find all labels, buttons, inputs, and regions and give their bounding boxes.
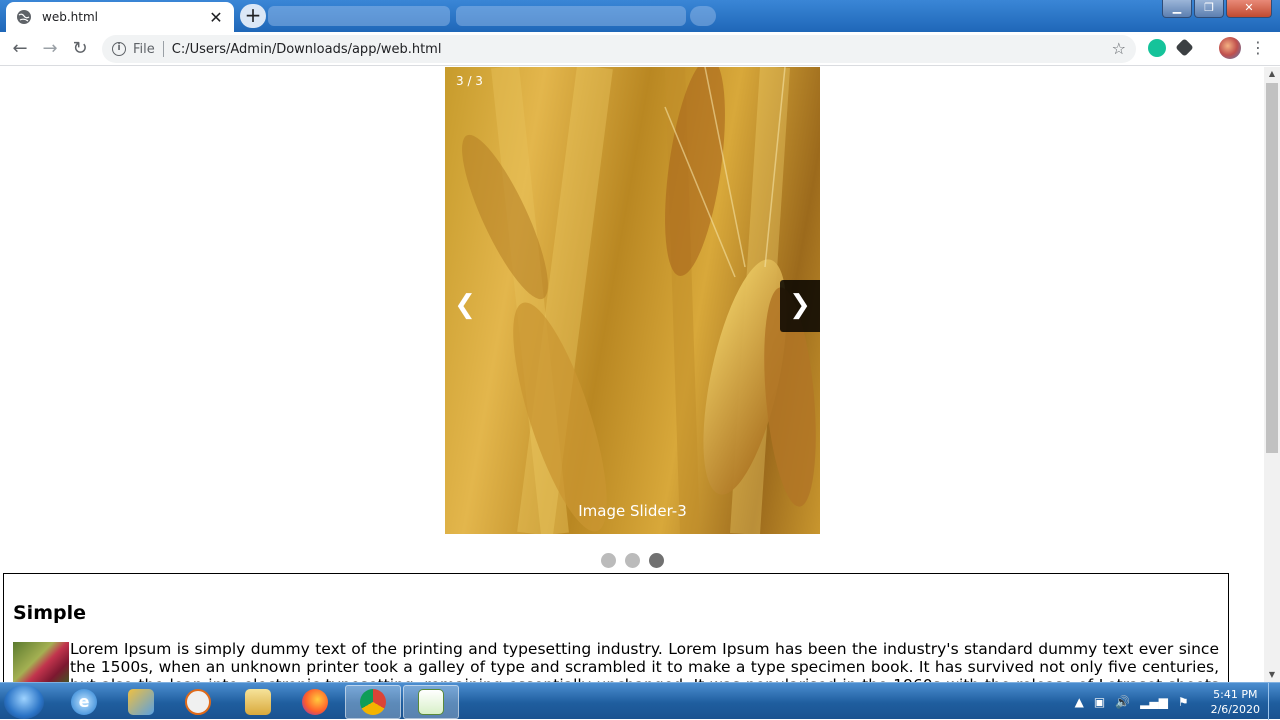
- new-tab-button[interactable]: +: [240, 4, 266, 28]
- firefox-icon[interactable]: [287, 685, 343, 719]
- bookmark-star-icon[interactable]: ☆: [1112, 39, 1126, 58]
- minimize-button[interactable]: ▁: [1162, 0, 1192, 18]
- window-controls: ▁ ❐ ✕: [1162, 0, 1272, 18]
- next-slide-button[interactable]: ❯: [780, 280, 820, 332]
- volume-icon[interactable]: 🔊: [1115, 695, 1130, 709]
- slide-dots: [601, 553, 664, 568]
- previous-slide-button[interactable]: ❮: [445, 280, 485, 332]
- address-bar[interactable]: i File C:/Users/Admin/Downloads/app/web.…: [102, 35, 1136, 63]
- content-card: Simple Lorem Ipsum is simply dummy text …: [3, 573, 1229, 682]
- clock-date: 2/6/2020: [1210, 702, 1260, 716]
- url-scheme-label: File: [133, 41, 155, 57]
- show-desktop-button[interactable]: [1268, 683, 1280, 720]
- browser-toolbar: ← → ↻ i File C:/Users/Admin/Downloads/ap…: [0, 32, 1280, 66]
- device-icon[interactable]: ▣: [1094, 695, 1105, 709]
- slide-dot-1[interactable]: [601, 553, 616, 568]
- forward-arrow-icon[interactable]: →: [39, 38, 61, 60]
- scrollbar-thumb[interactable]: [1266, 83, 1278, 453]
- editor-app-icon[interactable]: [403, 685, 459, 719]
- section-heading: Simple: [13, 602, 86, 624]
- background-tab-2[interactable]: [456, 6, 686, 26]
- profile-avatar[interactable]: [1219, 37, 1241, 59]
- background-tab-1[interactable]: [268, 6, 450, 26]
- clock[interactable]: 5:41 PM 2/6/2020: [1211, 687, 1260, 717]
- system-tray: ▲ ▣ 🔊 ▂▄▆ ⚑ 5:41 PM 2/6/2020: [1075, 683, 1260, 720]
- reload-icon[interactable]: ↻: [69, 38, 91, 60]
- file-explorer-icon[interactable]: [230, 685, 286, 719]
- maximize-button[interactable]: ❐: [1194, 0, 1224, 18]
- media-player-icon[interactable]: [170, 685, 226, 719]
- tulip-thumbnail-image: [13, 642, 69, 682]
- wheat-image: [462, 67, 816, 534]
- network-signal-icon[interactable]: ▂▄▆: [1140, 695, 1168, 709]
- slide-number: 3 / 3: [456, 74, 483, 88]
- url-text[interactable]: C:/Users/Admin/Downloads/app/web.html: [172, 42, 442, 57]
- chrome-icon[interactable]: [345, 685, 401, 719]
- start-button[interactable]: [4, 685, 44, 719]
- content-row: Lorem Ipsum is simply dummy text of the …: [13, 640, 1219, 682]
- back-arrow-icon[interactable]: ←: [9, 38, 31, 60]
- scroll-up-arrow-icon[interactable]: ▲: [1264, 67, 1280, 81]
- action-center-flag-icon[interactable]: ⚑: [1178, 695, 1189, 709]
- show-hidden-icons-icon[interactable]: ▲: [1075, 695, 1084, 709]
- slide-caption: Image Slider-3: [578, 502, 687, 520]
- scroll-down-arrow-icon[interactable]: ▼: [1264, 668, 1280, 682]
- windows-taskbar: e ▲ ▣ 🔊 ▂▄▆ ⚑ 5:41 PM 2/6/2020: [0, 682, 1280, 720]
- close-window-button[interactable]: ✕: [1226, 0, 1272, 18]
- tab-close-icon[interactable]: ✕: [208, 8, 224, 27]
- slide-dot-3[interactable]: [649, 553, 664, 568]
- omnibox-divider: [162, 41, 164, 57]
- grammarly-extension-icon[interactable]: [1148, 39, 1166, 57]
- slide-dot-2[interactable]: [625, 553, 640, 568]
- tab-title: web.html: [42, 10, 98, 24]
- info-icon[interactable]: i: [112, 42, 126, 56]
- vertical-scrollbar[interactable]: ▲ ▼: [1264, 67, 1280, 682]
- background-new-tab[interactable]: [690, 6, 716, 26]
- internet-explorer-icon[interactable]: e: [56, 685, 112, 719]
- lorem-paragraph: Lorem Ipsum is simply dummy text of the …: [70, 640, 1219, 682]
- slideshow-slide: 3 / 3 ❮ ❯ Image Slider-3: [445, 67, 820, 534]
- tools-icon[interactable]: [113, 685, 169, 719]
- tab-web-html[interactable]: web.html ✕: [6, 2, 234, 32]
- page-viewport: 3 / 3 ❮ ❯ Image Slider-3 Simple Lorem Ip…: [0, 67, 1264, 682]
- menu-kebab-icon[interactable]: ⋮: [1250, 38, 1266, 57]
- tab-strip: web.html ✕ + ▁ ❐ ✕: [0, 0, 1280, 32]
- clock-time: 5:41 PM: [1213, 687, 1258, 701]
- globe-icon: [17, 10, 31, 24]
